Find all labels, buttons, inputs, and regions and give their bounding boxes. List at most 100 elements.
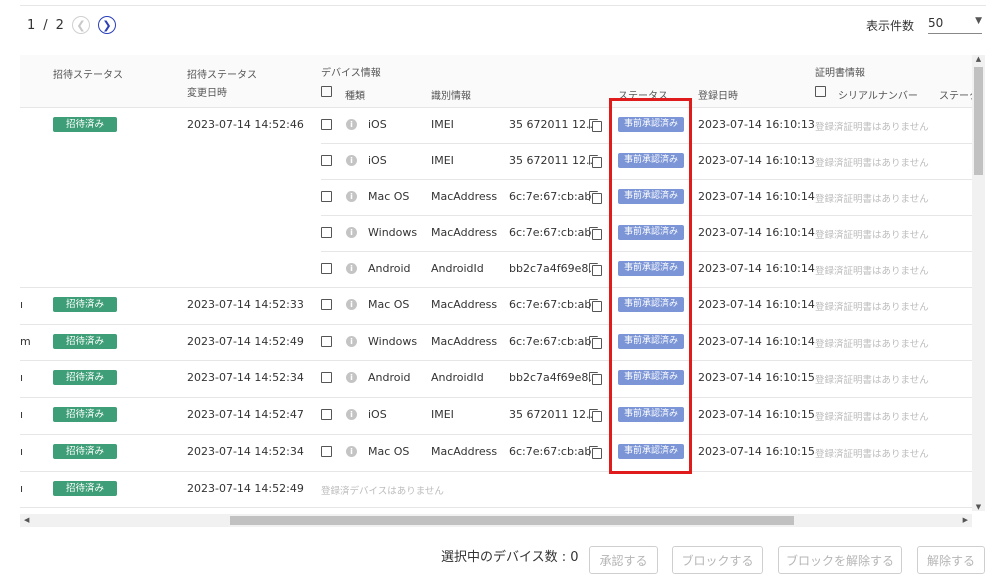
device-registered-at: 2023-07-14 16:10:15 <box>698 445 815 458</box>
device-identifier: 6c:7e:67:cb:ab... <box>509 298 602 311</box>
certificate-empty: 登録済証明書はありません <box>815 375 929 386</box>
device-identifier: 6c:7e:67:cb:ab... <box>509 335 602 348</box>
device-os: Mac OS <box>368 298 410 311</box>
info-icon[interactable]: i <box>346 155 357 166</box>
copy-icon[interactable] <box>589 299 602 312</box>
copy-icon[interactable] <box>589 336 602 349</box>
next-page-button[interactable]: ❯ <box>97 16 116 34</box>
user-name-fragment: ı <box>20 408 24 421</box>
user-name-fragment: ı <box>20 445 24 458</box>
copy-icon[interactable] <box>589 372 602 385</box>
info-icon[interactable]: i <box>346 263 357 274</box>
caret-down-icon: ▼ <box>975 16 983 26</box>
device-identifier: 6c:7e:67:cb:ab... <box>509 190 602 203</box>
info-icon[interactable]: i <box>346 119 357 130</box>
highlight-box <box>609 98 692 474</box>
per-page-select[interactable]: 50 ▼ <box>928 16 983 34</box>
remove-button[interactable]: 解除する <box>917 546 985 574</box>
scroll-up-icon[interactable]: ▲ <box>972 55 985 63</box>
vertical-scrollbar[interactable]: ▲ ▼ <box>972 55 985 511</box>
invite-status-badge: 招待済み <box>53 407 117 422</box>
horizontal-scroll-thumb[interactable] <box>230 516 794 525</box>
block-button[interactable]: ブロックする <box>672 546 763 574</box>
invite-status-badge: 招待済み <box>53 334 117 349</box>
row-divider <box>20 471 972 472</box>
vertical-scroll-thumb[interactable] <box>974 67 983 175</box>
invite-changed-at: 2023-07-14 14:52:33 <box>187 298 304 311</box>
device-registered-at: 2023-07-14 16:10:14 <box>698 190 815 203</box>
certificate-empty: 登録済証明書はありません <box>815 302 929 313</box>
top-divider <box>20 5 986 6</box>
device-checkbox[interactable] <box>321 446 332 457</box>
page-current: 1 <box>27 17 36 33</box>
device-checkbox[interactable] <box>321 409 332 420</box>
device-id-type: AndroidId <box>431 371 484 384</box>
copy-icon[interactable] <box>589 155 602 168</box>
header-serial-number: シリアルナンバー <box>838 91 918 102</box>
device-identifier: 35 672011 12... <box>509 154 597 167</box>
device-id-type: MacAddress <box>431 335 498 348</box>
scroll-left-icon[interactable]: ◀ <box>24 514 29 527</box>
header-device-select-all[interactable] <box>321 86 332 98</box>
copy-icon[interactable] <box>589 263 602 276</box>
copy-icon[interactable] <box>589 446 602 459</box>
device-os: Android <box>368 371 411 384</box>
row-divider <box>20 107 972 108</box>
device-table: 招待ステータス 招待ステータス 変更日時 デバイス情報 種類 識別情報 ステータ… <box>20 55 972 511</box>
device-checkbox[interactable] <box>321 155 332 166</box>
select-all-devices-checkbox[interactable] <box>321 86 332 97</box>
info-icon[interactable]: i <box>346 372 357 383</box>
invite-status-badge: 招待済み <box>53 117 117 132</box>
invite-status-badge: 招待済み <box>53 444 117 459</box>
invite-status-badge: 招待済み <box>53 370 117 385</box>
header-identifier: 識別情報 <box>431 91 471 102</box>
device-registered-at: 2023-07-14 16:10:14 <box>698 335 815 348</box>
scroll-right-icon[interactable]: ▶ <box>963 514 968 527</box>
device-checkbox[interactable] <box>321 119 332 130</box>
device-os: Mac OS <box>368 445 410 458</box>
certificate-empty: 登録済証明書はありません <box>815 194 929 205</box>
per-page: 表示件数 50 ▼ <box>866 16 983 34</box>
info-icon[interactable]: i <box>346 299 357 310</box>
info-icon[interactable]: i <box>346 227 357 238</box>
per-page-value: 50 <box>928 16 944 30</box>
prev-page-button[interactable]: ❮ <box>71 16 90 34</box>
device-checkbox[interactable] <box>321 263 332 274</box>
device-id-type: MacAddress <box>431 190 498 203</box>
device-os: iOS <box>368 408 387 421</box>
page-total: 2 <box>55 17 64 33</box>
device-checkbox[interactable] <box>321 299 332 310</box>
device-checkbox[interactable] <box>321 191 332 202</box>
device-checkbox[interactable] <box>321 336 332 347</box>
user-name-fragment: m <box>20 335 31 348</box>
device-os: iOS <box>368 118 387 131</box>
copy-icon[interactable] <box>589 191 602 204</box>
approve-button[interactable]: 承認する <box>589 546 658 574</box>
info-icon[interactable]: i <box>346 191 357 202</box>
certificate-empty: 登録済証明書はありません <box>815 412 929 423</box>
device-id-type: IMEI <box>431 408 454 421</box>
copy-icon[interactable] <box>589 227 602 240</box>
device-registered-at: 2023-07-14 16:10:14 <box>698 226 815 239</box>
device-checkbox[interactable] <box>321 227 332 238</box>
device-registered-at: 2023-07-14 16:10:14 <box>698 298 815 311</box>
user-name-fragment: ı <box>20 371 24 384</box>
device-os: Windows <box>368 335 418 348</box>
header-registered-at: 登録日時 <box>698 91 738 102</box>
info-icon[interactable]: i <box>346 409 357 420</box>
unblock-button[interactable]: ブロックを解除する <box>778 546 902 574</box>
row-divider <box>20 360 972 361</box>
header-type: 種類 <box>345 91 365 102</box>
scroll-down-icon[interactable]: ▼ <box>972 503 985 511</box>
info-icon[interactable]: i <box>346 446 357 457</box>
copy-icon[interactable] <box>589 119 602 132</box>
horizontal-scrollbar[interactable]: ◀ ▶ <box>20 514 972 527</box>
row-divider <box>20 287 972 288</box>
header-cert-select-all[interactable] <box>815 86 826 98</box>
device-checkbox[interactable] <box>321 372 332 383</box>
copy-icon[interactable] <box>589 409 602 422</box>
device-registered-at: 2023-07-14 16:10:15 <box>698 408 815 421</box>
chevron-right-icon: ❯ <box>102 18 112 32</box>
info-icon[interactable]: i <box>346 336 357 347</box>
select-all-certs-checkbox[interactable] <box>815 86 826 97</box>
